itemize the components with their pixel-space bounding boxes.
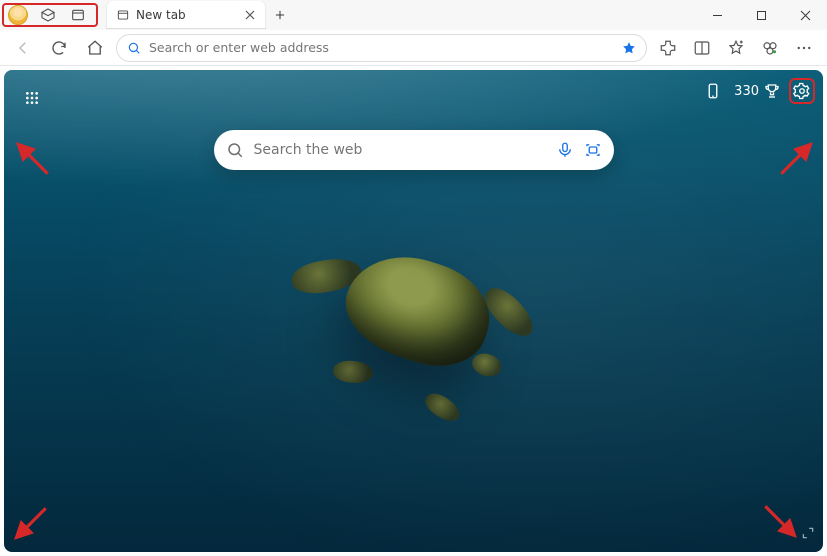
ntp-settings-button[interactable] xyxy=(793,82,811,100)
profile-avatar[interactable] xyxy=(8,5,28,25)
toolbar xyxy=(0,30,827,66)
title-bar: New tab xyxy=(0,0,827,30)
back-button xyxy=(8,33,38,63)
window-minimize-button[interactable] xyxy=(695,0,739,30)
tab-close-icon[interactable] xyxy=(242,7,258,23)
annotation-arrow-top-right xyxy=(775,138,817,184)
workspaces-icon[interactable] xyxy=(38,5,58,25)
annotation-arrow-bottom-left xyxy=(10,502,52,548)
image-search-icon[interactable] xyxy=(584,141,602,159)
ntp-top-left xyxy=(18,84,46,112)
expand-background-icon[interactable] xyxy=(801,525,815,544)
split-screen-button[interactable] xyxy=(687,33,717,63)
app-launcher-icon[interactable] xyxy=(18,84,46,112)
ntp-search-input[interactable] xyxy=(254,142,546,158)
address-input[interactable] xyxy=(149,40,614,55)
window-maximize-button[interactable] xyxy=(739,0,783,30)
rewards-trophy-icon xyxy=(763,82,781,100)
tab-favicon xyxy=(116,8,130,22)
new-tab-page: 330 xyxy=(4,70,823,552)
tab-title: New tab xyxy=(136,8,236,22)
toolbar-right xyxy=(653,33,819,63)
favorite-star-icon[interactable] xyxy=(622,41,636,55)
background-turtle-illustration xyxy=(264,193,564,435)
window-close-button[interactable] xyxy=(783,0,827,30)
title-bar-left-group xyxy=(0,1,96,29)
gear-icon xyxy=(793,82,811,100)
ntp-top-right: 330 xyxy=(704,82,811,100)
annotation-arrow-top-left xyxy=(12,138,54,184)
search-icon xyxy=(226,141,244,159)
window-controls xyxy=(695,0,827,30)
mobile-sync-icon[interactable] xyxy=(704,82,722,100)
annotation-arrow-bottom-right xyxy=(759,500,801,546)
home-button[interactable] xyxy=(80,33,110,63)
extensions-button[interactable] xyxy=(653,33,683,63)
rewards-points[interactable]: 330 xyxy=(734,82,781,100)
rewards-points-value: 330 xyxy=(734,84,759,99)
more-menu-button[interactable] xyxy=(789,33,819,63)
browser-window: New tab xyxy=(0,0,827,556)
browser-tab[interactable]: New tab xyxy=(106,1,266,29)
ntp-search-bar[interactable] xyxy=(214,130,614,170)
search-icon xyxy=(127,41,141,55)
voice-search-icon[interactable] xyxy=(556,141,574,159)
favorites-button[interactable] xyxy=(721,33,751,63)
collections-button[interactable] xyxy=(755,33,785,63)
tab-actions-icon[interactable] xyxy=(68,5,88,25)
refresh-button[interactable] xyxy=(44,33,74,63)
new-tab-button[interactable] xyxy=(266,1,294,29)
address-bar[interactable] xyxy=(116,34,647,62)
